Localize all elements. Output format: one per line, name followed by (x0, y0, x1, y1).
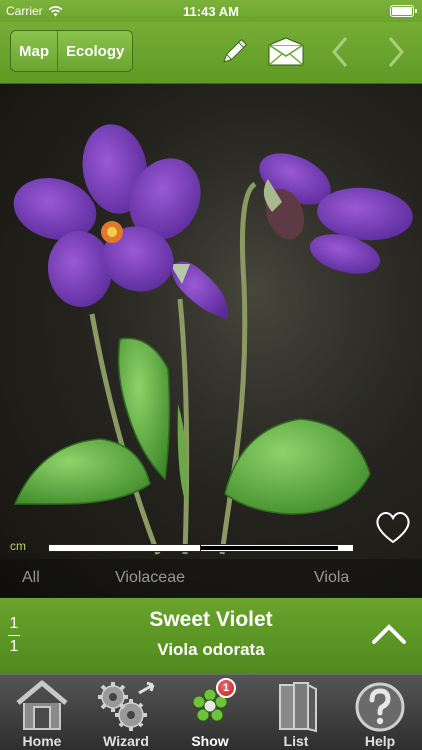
gears-icon (98, 681, 155, 731)
chevron-left-icon[interactable] (320, 32, 360, 72)
tab-show-label: Show (191, 733, 229, 749)
tab-bar: Home Wizard 1 Show List Help (0, 674, 422, 750)
heart-icon[interactable] (374, 509, 412, 545)
clock: 11:43 AM (183, 4, 239, 19)
breadcrumb-family[interactable]: Violaceae (115, 569, 185, 587)
breadcrumb-genus[interactable]: Viola (314, 569, 349, 587)
tab-help-label: Help (364, 733, 396, 749)
show-badge: 1 (216, 678, 236, 698)
tab-show[interactable]: 1 Show (168, 675, 252, 750)
status-bar: Carrier 11:43 AM (0, 0, 422, 22)
books-icon (279, 682, 317, 733)
taxonomy-breadcrumbs: All Violaceae Viola (0, 559, 422, 597)
tab-wizard-label: Wizard (103, 733, 149, 749)
house-icon (16, 680, 68, 730)
tab-list-label: List (283, 733, 309, 749)
scale-bar (48, 544, 354, 552)
tab-list[interactable]: List (254, 675, 338, 750)
violet-illustration (0, 84, 422, 598)
pencil-icon[interactable] (214, 32, 254, 72)
species-title-bar: 1 1 Sweet Violet Viola odorata (0, 598, 422, 674)
question-icon (355, 682, 405, 732)
map-button[interactable]: Map (11, 31, 57, 71)
battery-icon (390, 5, 417, 17)
toolbar: Map Ecology (0, 22, 422, 84)
chevron-right-icon[interactable] (376, 32, 416, 72)
scale-unit-label: cm (10, 539, 26, 553)
common-name: Sweet Violet (149, 608, 273, 631)
envelope-icon[interactable] (266, 32, 306, 72)
latin-name: Viola odorata (157, 640, 265, 659)
tab-home[interactable]: Home (0, 675, 84, 750)
tab-help[interactable]: Help (338, 675, 422, 750)
tab-wizard[interactable]: Wizard (84, 675, 168, 750)
tab-home-label: Home (22, 733, 62, 749)
segmented-control: Map Ecology (10, 30, 134, 72)
ecology-button[interactable]: Ecology (57, 31, 133, 71)
species-photo[interactable] (0, 84, 422, 598)
breadcrumb-all[interactable]: All (22, 569, 40, 587)
chevron-up-icon[interactable] (370, 620, 408, 648)
